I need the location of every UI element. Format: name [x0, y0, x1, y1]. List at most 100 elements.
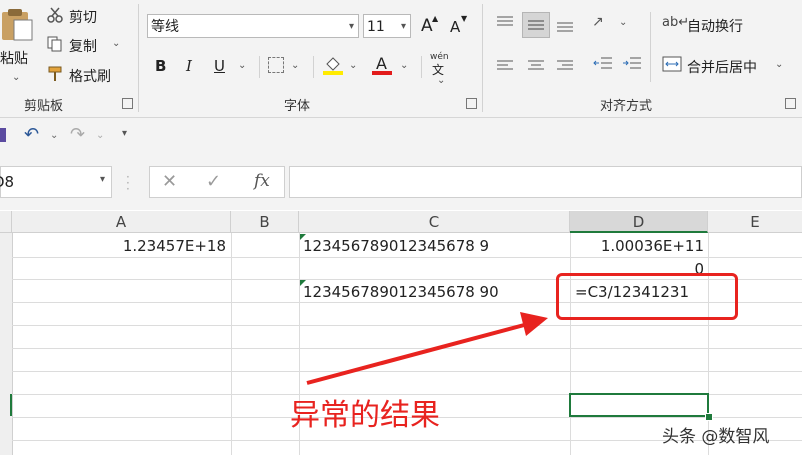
- customize-toolbar-icon[interactable]: ▾: [122, 128, 127, 139]
- underline-dropdown-icon[interactable]: ⌄: [238, 60, 246, 71]
- group-divider: [138, 4, 139, 112]
- alignment-group-label: 对齐方式: [600, 99, 653, 114]
- borders-dropdown-icon[interactable]: ⌄: [291, 60, 299, 71]
- selected-cell-d8[interactable]: [569, 393, 709, 417]
- column-header-a[interactable]: A: [12, 211, 231, 233]
- align-left-icon[interactable]: [496, 58, 514, 77]
- copy-dropdown-icon[interactable]: ⌄: [112, 38, 120, 49]
- font-group-label: 字体: [284, 99, 311, 114]
- name-box[interactable]: D8 ▾: [0, 166, 112, 198]
- annotation-highlight-box: [556, 273, 738, 320]
- paste-icon[interactable]: [0, 6, 34, 42]
- chevron-down-icon: ▾: [99, 174, 105, 185]
- merge-center-button[interactable]: 合并后居中: [687, 57, 757, 77]
- increase-indent-icon[interactable]: [622, 56, 642, 78]
- shrink-font-arrow-icon: ▼: [461, 14, 468, 23]
- underline-button[interactable]: U: [214, 57, 225, 75]
- paste-dropdown-icon[interactable]: ⌄: [12, 72, 20, 83]
- orientation-dropdown-icon[interactable]: ⌄: [619, 17, 627, 28]
- grid-line: [570, 233, 571, 455]
- undo-dropdown-icon[interactable]: ⌄: [50, 130, 58, 141]
- copy-button[interactable]: 复制: [69, 36, 97, 56]
- font-size-dropdown[interactable]: 11 ▾: [363, 14, 411, 38]
- cell-d1[interactable]: 1.00036E+11: [601, 236, 704, 256]
- undo-icon[interactable]: ↶: [24, 124, 39, 145]
- grid-line: [12, 257, 802, 258]
- grid-line: [12, 371, 802, 372]
- watermark: 头条 @数智风: [662, 427, 770, 447]
- clipboard-group-label: 剪贴板: [24, 99, 64, 114]
- redo-dropdown-icon[interactable]: ⌄: [96, 130, 104, 141]
- orientation-icon[interactable]: ↗: [592, 14, 604, 30]
- italic-button[interactable]: I: [186, 57, 192, 75]
- row-headers: [0, 233, 13, 455]
- grow-font-icon[interactable]: A: [421, 16, 433, 36]
- align-right-icon[interactable]: [556, 58, 574, 77]
- cell-a1[interactable]: 1.23457E+18: [123, 236, 226, 256]
- format-painter-icon: [46, 65, 64, 83]
- grid-line: [12, 348, 802, 349]
- alignment-dialog-launcher-icon[interactable]: [785, 98, 796, 109]
- cut-button[interactable]: 剪切: [69, 7, 97, 27]
- splitter-handle[interactable]: · · ·: [126, 171, 130, 195]
- phonetic-dropdown-icon[interactable]: ⌄: [437, 75, 445, 86]
- divider: [650, 12, 651, 82]
- redo-icon[interactable]: ↷: [70, 124, 85, 145]
- column-header-d[interactable]: D: [570, 211, 708, 233]
- grid-line: [12, 325, 802, 326]
- annotation-label: 异常的结果: [290, 398, 440, 433]
- copy-icon: [46, 35, 64, 53]
- formula-tools: ✕ ✓ fx: [149, 166, 285, 198]
- save-icon[interactable]: [0, 128, 6, 142]
- align-center-icon[interactable]: [527, 58, 545, 77]
- row-header-corner[interactable]: [0, 211, 12, 233]
- decrease-indent-icon[interactable]: [593, 56, 613, 78]
- align-middle-icon[interactable]: [522, 12, 550, 38]
- clipboard-paste-icon: [2, 9, 33, 41]
- quick-access-toolbar: ↶ ⌄ ↷ ⌄ ▾: [0, 118, 802, 154]
- grid-line: [231, 233, 232, 455]
- chevron-down-icon: ▾: [400, 21, 406, 32]
- divider: [259, 56, 260, 78]
- shrink-font-icon[interactable]: A: [450, 18, 460, 36]
- fill-handle[interactable]: [705, 413, 713, 421]
- cell-c1[interactable]: 123456789012345678 9: [303, 236, 489, 256]
- grow-font-arrow-icon: ▲: [432, 14, 439, 23]
- font-size-value: 11: [367, 19, 385, 35]
- format-painter-button[interactable]: 格式刷: [69, 66, 111, 86]
- formula-bar-area: D8 ▾ ··· ✕ ✓ fx: [0, 154, 802, 210]
- font-dialog-launcher-icon[interactable]: [466, 98, 477, 109]
- group-divider: [482, 4, 483, 112]
- cell-c3[interactable]: 123456789012345678 90: [303, 282, 499, 302]
- name-box-value: D8: [0, 173, 15, 191]
- merge-center-icon: [662, 56, 682, 76]
- fill-color-dropdown-icon[interactable]: ⌄: [349, 60, 357, 71]
- ribbon: 粘贴 ⌄ 剪切 复制 ⌄ 格式刷 剪贴板 等线 ▾ 11 ▾ A ▲ A ▼ B…: [0, 0, 802, 118]
- wrap-text-button[interactable]: 自动换行: [687, 16, 743, 36]
- align-bottom-icon[interactable]: [556, 18, 574, 37]
- cancel-icon[interactable]: ✕: [162, 171, 177, 192]
- borders-icon[interactable]: [268, 57, 284, 73]
- chevron-down-icon: ▾: [348, 21, 354, 32]
- font-name-dropdown[interactable]: 等线 ▾: [147, 14, 359, 38]
- paste-button-label[interactable]: 粘贴: [0, 48, 28, 68]
- column-header-e[interactable]: E: [708, 211, 802, 233]
- cut-icon: [46, 6, 64, 24]
- column-header-c[interactable]: C: [299, 211, 570, 233]
- align-top-icon[interactable]: [496, 14, 514, 33]
- clipboard-dialog-launcher-icon[interactable]: [122, 98, 133, 109]
- font-color-dropdown-icon[interactable]: ⌄: [400, 60, 408, 71]
- font-color-bar: [372, 71, 392, 75]
- fill-color-icon[interactable]: [322, 54, 344, 76]
- divider: [313, 56, 314, 78]
- font-name-value: 等线: [151, 19, 179, 35]
- formula-input[interactable]: [289, 166, 802, 198]
- insert-function-icon[interactable]: fx: [254, 171, 270, 191]
- enter-icon[interactable]: ✓: [206, 171, 221, 192]
- column-header-b[interactable]: B: [231, 211, 299, 233]
- merge-center-dropdown-icon[interactable]: ⌄: [775, 59, 783, 70]
- divider: [421, 56, 422, 78]
- bold-button[interactable]: B: [155, 57, 166, 75]
- active-row-indicator: [10, 394, 12, 416]
- wrap-text-icon: ab↵: [662, 15, 690, 30]
